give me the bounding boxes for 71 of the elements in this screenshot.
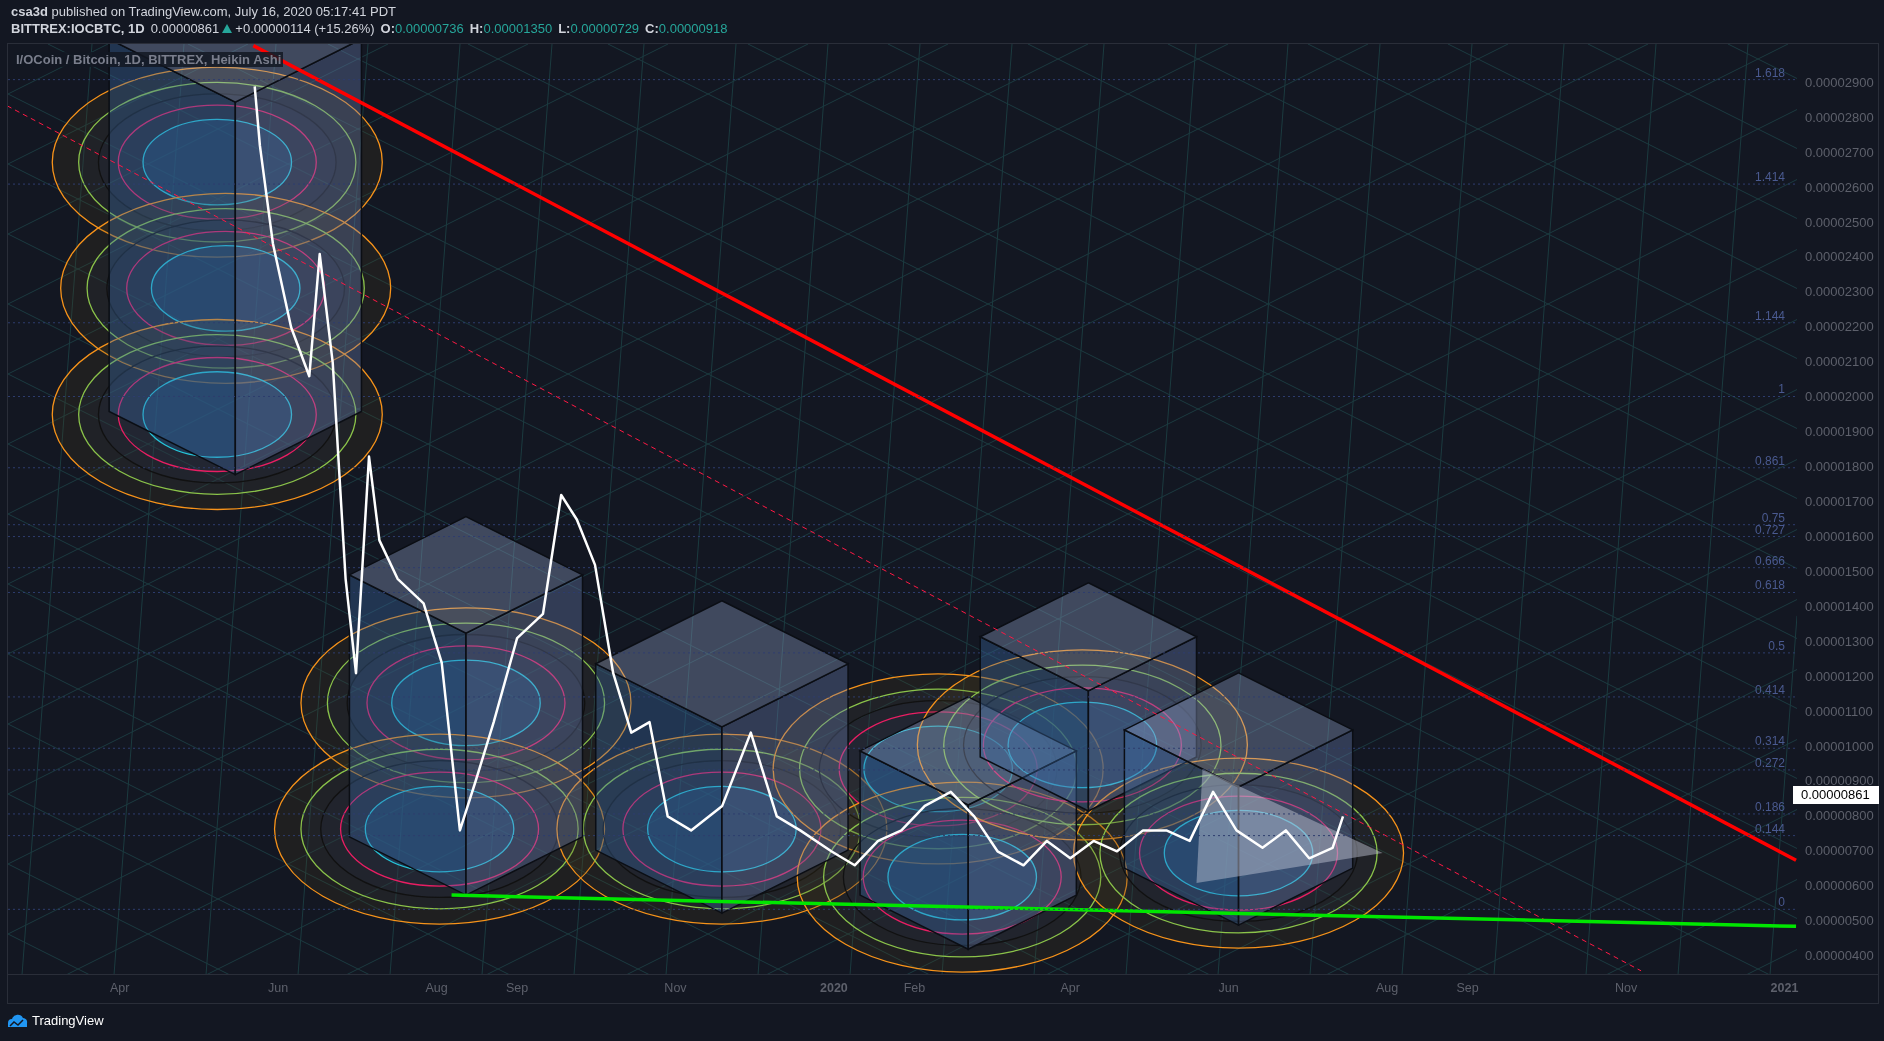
fib-level-label: 0.75 — [1761, 510, 1785, 525]
price-axis-label: 0.00000800 — [1805, 808, 1874, 825]
fib-level-label: 1.618 — [1754, 65, 1785, 80]
price-axis-label: 0.00001600 — [1805, 528, 1874, 545]
price-axis-label: 0.00001000 — [1805, 738, 1874, 755]
fib-level-label: 0.186 — [1754, 799, 1785, 814]
fib-level-label: 1.144 — [1754, 308, 1785, 323]
ohlc-value: 0.00000729 — [570, 21, 640, 36]
time-axis-label: Apr — [109, 981, 130, 995]
time-axis-label: Aug — [1376, 981, 1399, 995]
time-axis-label: Apr — [1060, 981, 1080, 995]
fib-level-label: 0.861 — [1754, 453, 1785, 468]
time-axis-label: Sep — [1456, 981, 1479, 995]
fib-level-label: 1 — [1778, 382, 1785, 397]
fib-level-label: 0.618 — [1754, 578, 1785, 593]
time-axis-label: Jun — [268, 981, 289, 995]
price-axis-label: 0.00001900 — [1805, 424, 1874, 441]
time-axis-label: Aug — [425, 981, 448, 995]
price-change: +0.00000114 (+15.26%) — [235, 21, 375, 36]
price-axis-label: 0.00001400 — [1805, 598, 1874, 615]
price-axis-label: 0.00002200 — [1805, 319, 1874, 336]
price-value: 0.00000861 — [150, 21, 220, 36]
ohlc-value: 0.00000736 — [395, 21, 464, 36]
fib-level-label: 0.727 — [1754, 522, 1785, 537]
price-axis-label: 0.00001300 — [1805, 633, 1874, 650]
chart-legend: I/OCoin / Bitcoin, 1D, BITTREX, Heikin Ashi — [14, 52, 284, 67]
ohlc-value: 0.00001350 — [483, 21, 553, 36]
time-axis-label: Nov — [664, 981, 687, 995]
time-axis-label: Jun — [1218, 981, 1239, 995]
price-axis-label: 0.00001500 — [1805, 563, 1874, 580]
price-axis-label: 0.00000500 — [1805, 913, 1874, 930]
fib-level-label: 1.414 — [1754, 170, 1785, 185]
ohlc-value: 0.00000918 — [658, 21, 728, 36]
ohlc-label: C: — [645, 21, 659, 36]
price-axis-label: 0.00001100 — [1805, 703, 1873, 720]
price-axis-label: 0.00002100 — [1805, 354, 1874, 371]
time-axis-label: 2020 — [820, 981, 848, 995]
logo-icon — [6, 1013, 28, 1028]
fib-level-label: 0.414 — [1754, 682, 1785, 697]
fib-level-label: 0.272 — [1754, 755, 1785, 770]
price-axis-label: 0.00002600 — [1805, 179, 1874, 196]
price-axis-label: 0.00002000 — [1805, 389, 1874, 406]
fib-level-label: 0.5 — [1768, 638, 1785, 653]
ohlc-label: L: — [558, 21, 571, 36]
price-axis-label: 0.00002900 — [1805, 74, 1874, 91]
publish-info: csa3d published on TradingView.com, July 16, 2020 05:17:41 PDT — [11, 4, 396, 19]
fib-level-label: 0.314 — [1754, 734, 1785, 749]
time-axis-label: 2021 — [1770, 981, 1799, 995]
brand-name: TradingView — [32, 1013, 104, 1028]
up-triangle-icon — [222, 24, 233, 33]
time-axis-label: Sep — [505, 981, 529, 995]
price-axis-label: 0.00000400 — [1805, 948, 1874, 965]
ohlc-label: H: — [469, 21, 484, 36]
price-axis-label: 0.00002400 — [1805, 249, 1874, 266]
time-axis-label: Feb — [903, 981, 926, 995]
price-axis-label: 0.00002300 — [1805, 284, 1874, 301]
symbol-label: BITTREX:IOCBTC, 1D — [11, 21, 145, 36]
price-axis-label: 0.00000600 — [1805, 878, 1874, 895]
last-price-badge: 0.00000861 — [1793, 786, 1879, 805]
price-axis-label: 0.00002500 — [1805, 214, 1874, 231]
price-axis-label: 0.00001800 — [1805, 459, 1874, 476]
time-axis-label: Nov — [1614, 981, 1638, 995]
fib-level-label: 0.144 — [1754, 821, 1785, 836]
fib-level-label: 0.666 — [1754, 553, 1785, 568]
fib-level-label: 0 — [1778, 895, 1785, 910]
price-axis-label: 0.00001700 — [1805, 494, 1874, 510]
price-axis-label: 0.00002800 — [1805, 109, 1874, 126]
ohlc-label: O: — [380, 21, 396, 36]
price-axis-label: 0.00001200 — [1805, 668, 1874, 685]
price-axis-label: 0.00002700 — [1805, 144, 1874, 161]
price-axis-label: 0.00000700 — [1805, 843, 1874, 860]
